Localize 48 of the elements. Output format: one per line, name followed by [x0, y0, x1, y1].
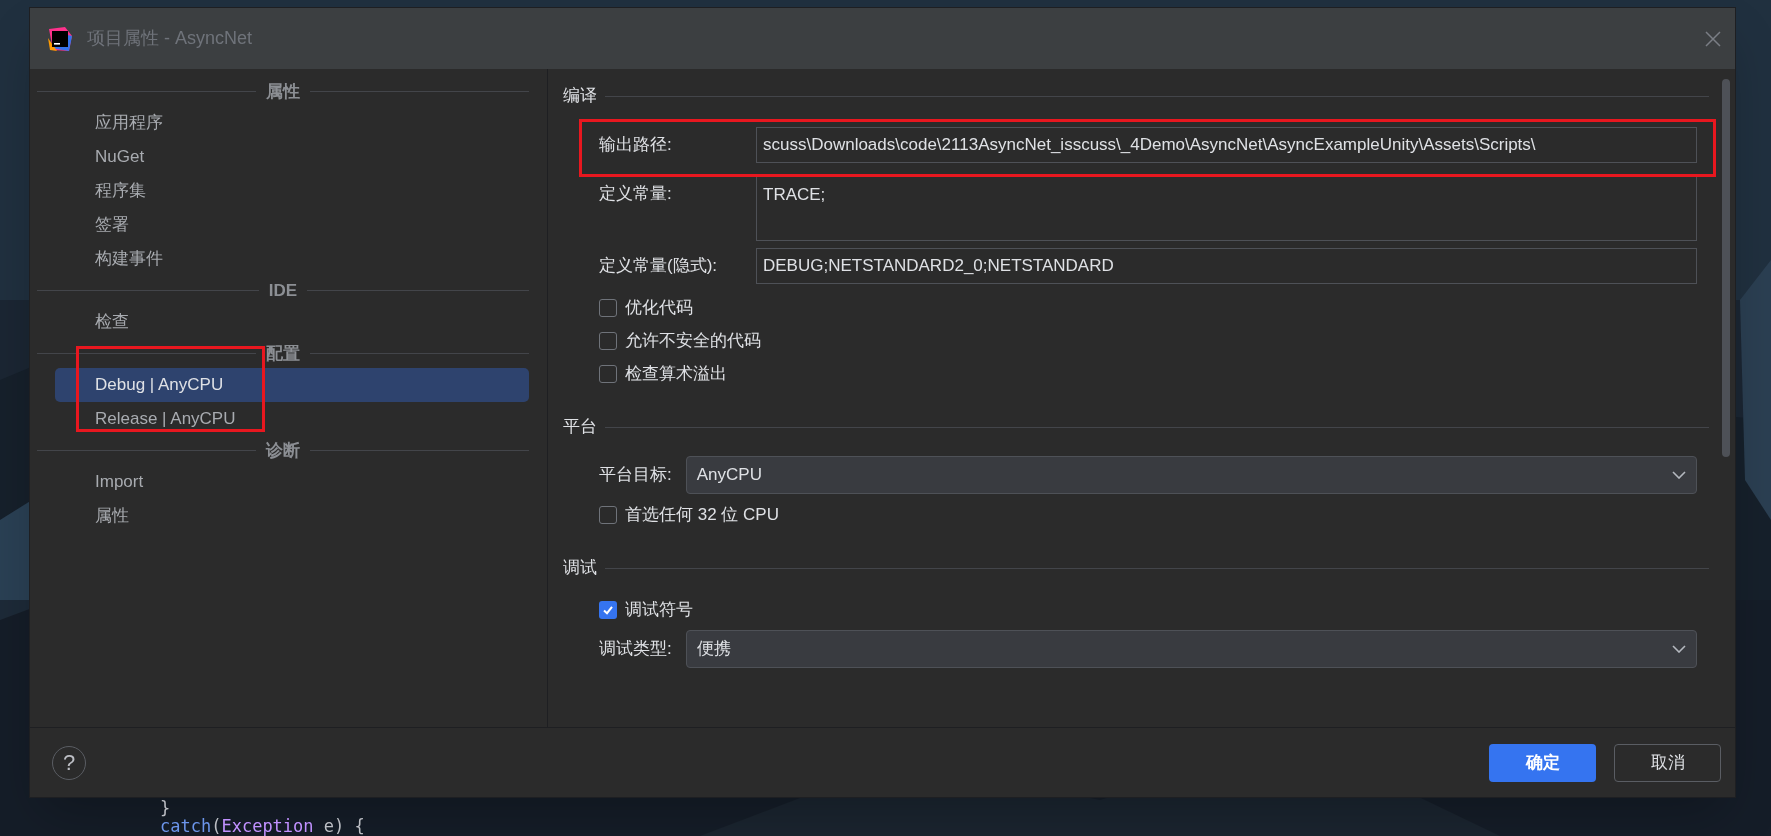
sidebar-item[interactable]: Debug | AnyCPU — [55, 368, 529, 402]
field-label: 定义常量(隐式): — [599, 255, 719, 278]
section-header: 属性 — [266, 80, 300, 103]
close-icon[interactable] — [1705, 30, 1721, 47]
section-header: 配置 — [266, 342, 300, 365]
section-header: 诊断 — [266, 439, 300, 462]
text-area[interactable]: TRACE; — [756, 175, 1697, 241]
checkbox[interactable] — [599, 600, 617, 619]
checkbox[interactable] — [599, 505, 617, 524]
field-label: 平台目标: — [599, 464, 672, 487]
chevron-down-icon — [1672, 645, 1686, 653]
dropdown[interactable]: AnyCPU — [685, 456, 1697, 494]
checkbox-label: 允许不安全的代码 — [625, 329, 761, 352]
window-title: 项目属性 - AsyncNet — [87, 27, 253, 50]
code-line: } — [160, 799, 172, 817]
sidebar-item[interactable]: NuGet — [55, 140, 529, 174]
app-logo-icon — [47, 25, 73, 52]
input-field[interactable]: scuss\Downloads\code\2113AsyncNet_isscuss\_4Demo\AsyncNet\AsyncExampleUnity\Assets\Scripts\ — [756, 127, 1697, 163]
input-field[interactable]: DEBUG;NETSTANDARD2_0;NETSTANDARD — [756, 248, 1697, 284]
checkmark-icon — [602, 603, 614, 616]
checkbox[interactable] — [599, 364, 617, 383]
code-line: catch(Exception e) { — [160, 817, 366, 835]
sidebar-item[interactable]: 检查 — [55, 305, 529, 339]
sidebar-item[interactable]: Import — [55, 465, 529, 499]
sidebar-item[interactable]: Release | AnyCPU — [55, 402, 529, 436]
section-header: IDE — [268, 279, 298, 302]
sidebar-item[interactable]: 构建事件 — [55, 242, 529, 276]
sidebar-item[interactable]: 应用程序 — [55, 106, 529, 140]
section-header: 调试 — [563, 557, 597, 580]
section-header: 平台 — [563, 416, 597, 439]
field-label: 调试类型: — [599, 638, 672, 661]
chevron-down-icon — [1672, 471, 1686, 479]
checkbox-label: 检查算术溢出 — [625, 362, 727, 385]
checkbox[interactable] — [599, 331, 617, 350]
ok-button[interactable]: 确定 — [1489, 743, 1596, 782]
field-label: 输出路径: — [599, 134, 673, 157]
field-label: 定义常量: — [599, 183, 673, 205]
dropdown[interactable]: 便携 — [685, 630, 1697, 668]
sidebar-item[interactable]: 签署 — [55, 208, 529, 242]
scrollbar-thumb[interactable] — [1722, 79, 1730, 457]
sidebar-item[interactable]: 属性 — [55, 499, 529, 533]
checkbox-label: 调试符号 — [625, 598, 693, 621]
checkbox-label: 优化代码 — [625, 296, 693, 319]
checkbox-label: 首选任何 32 位 CPU — [625, 503, 779, 526]
section-header: 编译 — [563, 85, 597, 108]
sidebar-item[interactable]: 程序集 — [55, 174, 529, 208]
cancel-button[interactable]: 取消 — [1614, 743, 1721, 782]
checkbox[interactable] — [599, 298, 617, 317]
